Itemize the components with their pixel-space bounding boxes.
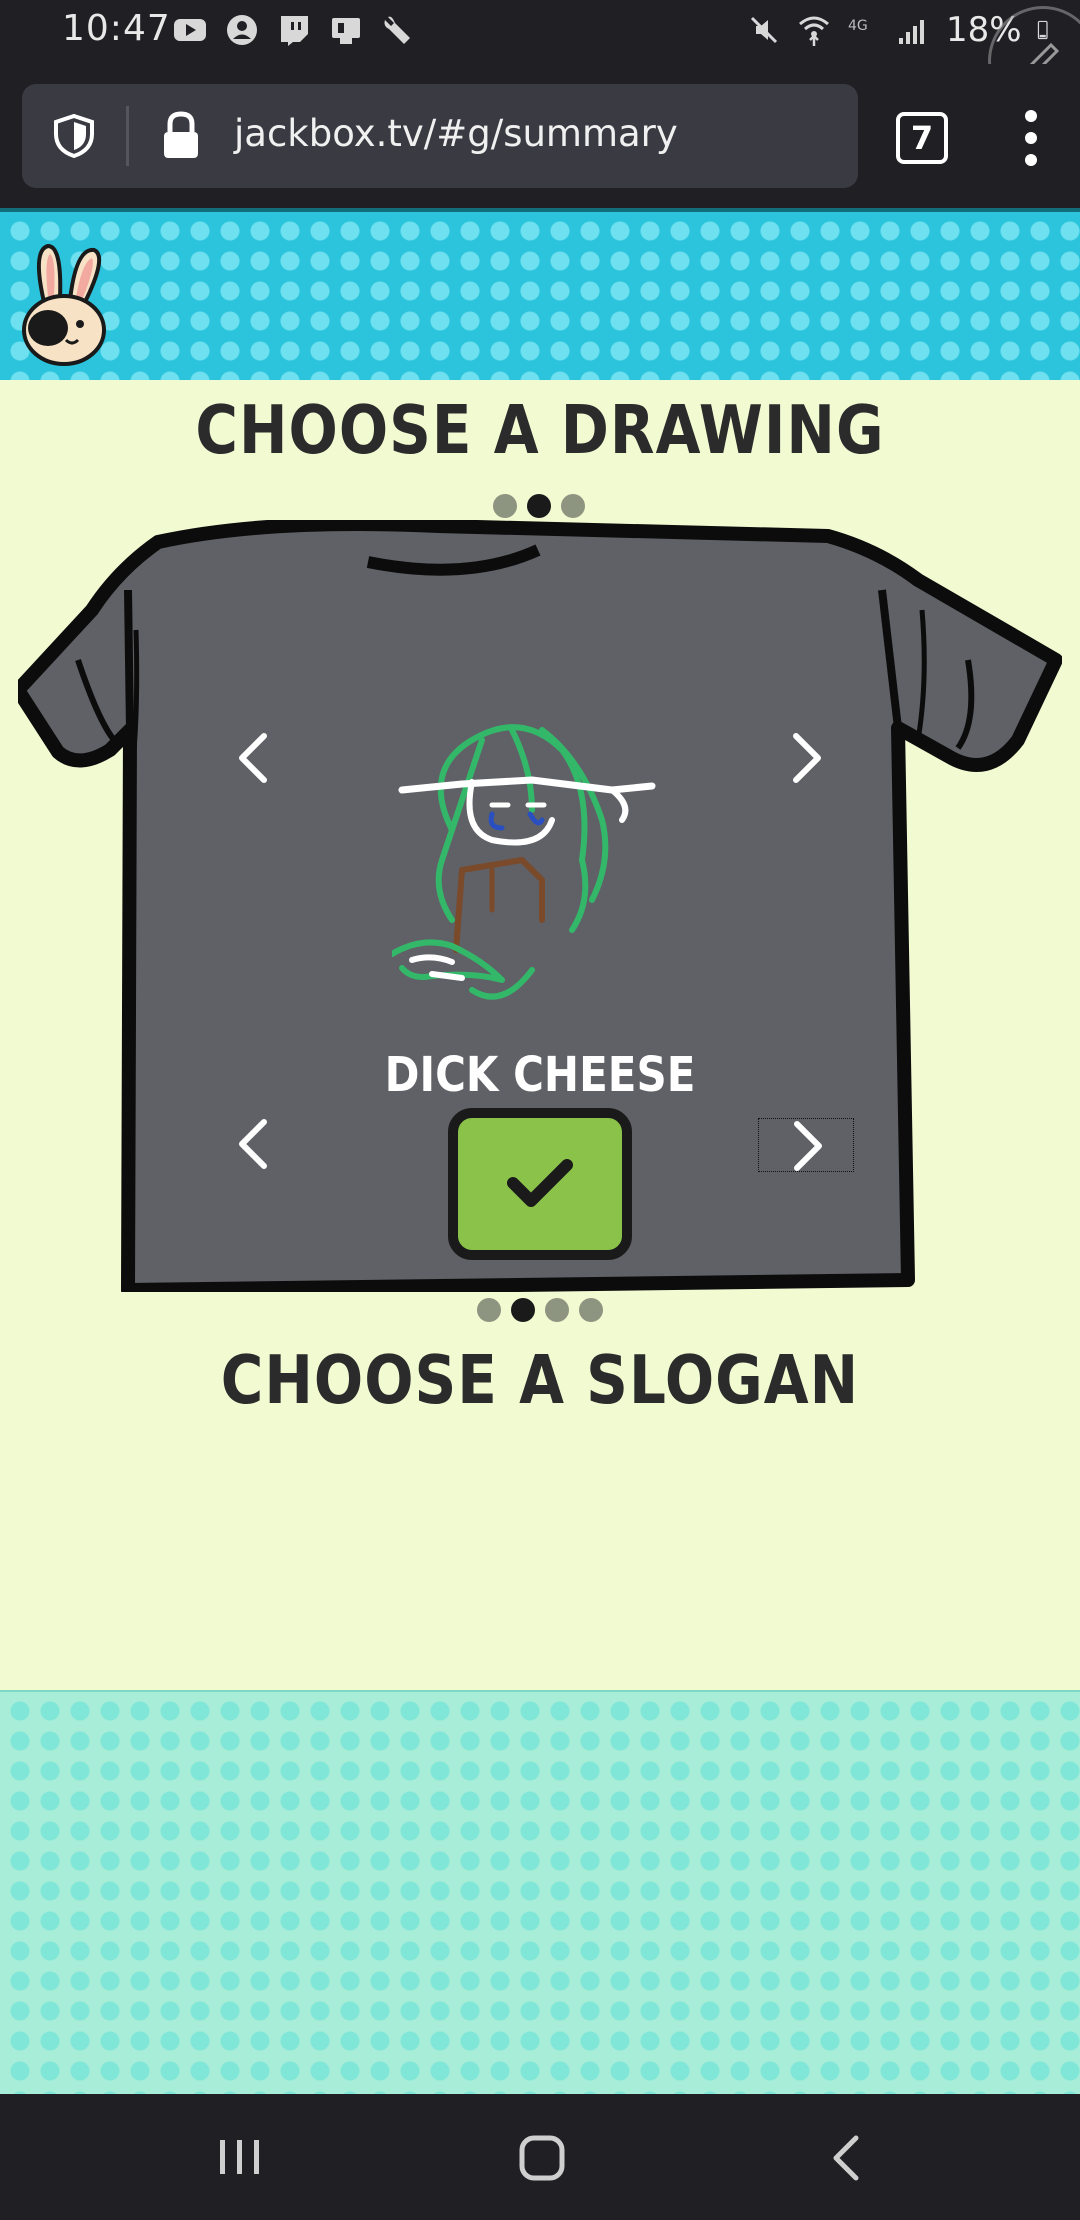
system-navigation-bar bbox=[0, 2094, 1080, 2220]
browser-toolbar: jackbox.tv/#g/summary 7 bbox=[0, 64, 1080, 208]
overflow-menu-button[interactable] bbox=[1014, 110, 1050, 166]
next-drawing-button[interactable] bbox=[776, 728, 836, 788]
chevron-left-icon bbox=[239, 733, 267, 783]
page-dot bbox=[477, 1298, 501, 1322]
page-dot bbox=[561, 494, 585, 518]
mute-icon bbox=[750, 16, 778, 44]
wifi-icon bbox=[799, 16, 829, 46]
youtube-icon bbox=[174, 19, 206, 41]
signal-icon bbox=[899, 20, 924, 44]
slogan-text: DICK CHEESE bbox=[384, 1046, 696, 1103]
checkmark-icon bbox=[507, 1159, 573, 1207]
next-slogan-button[interactable] bbox=[758, 1118, 854, 1172]
drawing-heading: CHOOSE A DRAWING bbox=[195, 390, 885, 470]
slogan-page-indicator bbox=[477, 1298, 603, 1322]
drawing-page-indicator bbox=[493, 494, 585, 518]
address-divider bbox=[126, 106, 129, 166]
wrench-icon bbox=[384, 16, 410, 44]
header-band bbox=[0, 208, 1080, 380]
page-dot bbox=[545, 1298, 569, 1322]
url-text[interactable]: jackbox.tv/#g/summary bbox=[234, 112, 678, 155]
address-bar[interactable]: jackbox.tv/#g/summary bbox=[22, 84, 858, 188]
chevron-right-icon bbox=[794, 1121, 822, 1171]
player-drawing bbox=[392, 724, 656, 1000]
menu-dot-icon bbox=[1025, 132, 1037, 144]
home-icon[interactable] bbox=[512, 2132, 572, 2184]
page-dot-active bbox=[527, 494, 551, 518]
confirm-button[interactable] bbox=[448, 1108, 632, 1260]
menu-dot-icon bbox=[1025, 154, 1037, 166]
menu-dot-icon bbox=[1025, 110, 1037, 122]
tab-switcher-button[interactable]: 7 bbox=[896, 112, 948, 164]
page-dot bbox=[493, 494, 517, 518]
status-time: 10:47 bbox=[62, 8, 171, 49]
notification-icons bbox=[172, 12, 416, 48]
twitch-icon bbox=[281, 16, 308, 46]
footer-band bbox=[0, 1690, 1080, 2094]
previous-slogan-button[interactable] bbox=[224, 1114, 284, 1174]
status-bar: 10:47 4G 18% bbox=[0, 0, 1080, 116]
lte-icon: 4G bbox=[848, 18, 868, 34]
lock-icon bbox=[164, 111, 198, 158]
sim-icon bbox=[332, 18, 360, 44]
recent-apps-icon[interactable] bbox=[210, 2132, 270, 2184]
game-panel: CHOOSE A DRAWING DICK CHEESE CHOOSE A SL… bbox=[0, 380, 1080, 1690]
chevron-left-icon bbox=[239, 1119, 267, 1169]
previous-drawing-button[interactable] bbox=[224, 728, 284, 788]
svg-text:4G: 4G bbox=[848, 18, 868, 34]
page-dot-active bbox=[511, 1298, 535, 1322]
back-icon[interactable] bbox=[818, 2132, 878, 2184]
bunny-mascot-icon bbox=[22, 243, 106, 366]
slogan-heading: CHOOSE A SLOGAN bbox=[220, 1340, 860, 1420]
chevron-right-icon bbox=[793, 733, 821, 783]
shield-icon[interactable] bbox=[50, 112, 98, 160]
page-dot bbox=[579, 1298, 603, 1322]
account-icon bbox=[227, 15, 257, 45]
